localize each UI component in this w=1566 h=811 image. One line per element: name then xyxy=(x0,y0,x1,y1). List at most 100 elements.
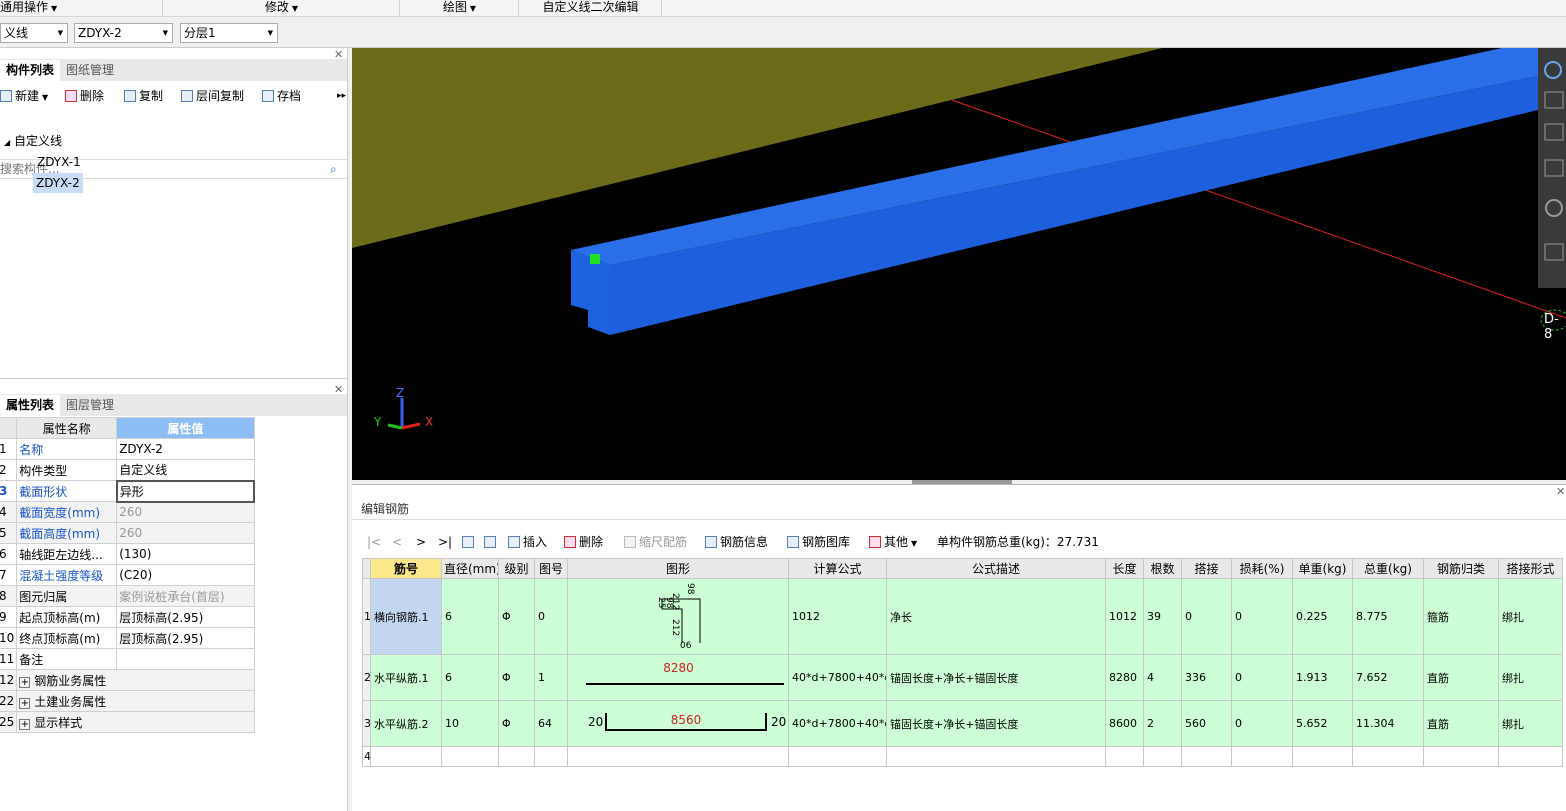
table-row[interactable]: 10 终点顶标高(m) 层顶标高(2.95) xyxy=(0,627,255,649)
menu-bar: 通用操作 ▼ 修改 ▼ 绘图 ▼ 自定义线二次编辑 xyxy=(0,0,1566,17)
table-row[interactable]: 25 + 显示样式 xyxy=(0,711,255,733)
delete-rebar-button[interactable]: 删除 xyxy=(564,531,603,553)
type-select[interactable]: 义线 ▼ xyxy=(0,23,68,43)
property-tabs: 属性列表 图层管理 xyxy=(0,394,347,416)
selector-bar: 义线 ▼ ZDYX-2 ▼ 分层1 ▼ xyxy=(0,18,1566,48)
col-header-value: 属性值 xyxy=(116,417,255,439)
section-shape-input[interactable]: 异形 xyxy=(115,479,256,503)
move-up-icon xyxy=(462,536,474,548)
component-select[interactable]: ZDYX-2 ▼ xyxy=(74,23,173,43)
component-tabs: 构件列表 图纸管理 xyxy=(0,59,347,81)
move-down-icon xyxy=(484,536,496,548)
chevron-down-icon: ▼ xyxy=(291,4,299,13)
table-row[interactable]: 4截面宽度(mm)260 xyxy=(0,501,255,523)
panel-title: 编辑钢筋 xyxy=(361,502,410,516)
table-row[interactable]: 5截面高度(mm)260 xyxy=(0,522,255,544)
table-row[interactable]: 7混凝土强度等级(C20) xyxy=(0,564,255,586)
table-row[interactable]: 9起点顶标高(m)层顶标高(2.95) xyxy=(0,606,255,628)
menu-draw[interactable]: 绘图 ▼ xyxy=(401,0,519,17)
rebar-shape-cell[interactable]: 20 8560 20 xyxy=(567,700,789,747)
rebar-info-button[interactable]: 钢筋信息 xyxy=(705,531,768,553)
insert-button[interactable]: 插入 xyxy=(508,531,547,553)
chevron-down-icon: ▼ xyxy=(911,539,918,548)
table-row[interactable]: 4 xyxy=(362,746,1563,767)
other-icon xyxy=(869,536,881,548)
delete-icon xyxy=(564,536,576,548)
prev-button[interactable]: < xyxy=(392,531,402,553)
rebar-shape-cell[interactable]: 98 212 25 98 212 06 xyxy=(567,578,789,655)
tree-root[interactable]: ◢ 自定义线 xyxy=(4,131,62,151)
menu-modify[interactable]: 修改 ▼ xyxy=(164,0,400,17)
last-button[interactable]: >| xyxy=(438,531,452,553)
copy-button[interactable]: 复制 xyxy=(124,85,163,107)
table-row[interactable]: 3截面形状异形 xyxy=(0,479,256,503)
menu-custom-line-edit[interactable]: 自定义线二次编辑 xyxy=(520,0,662,17)
layer-select[interactable]: 分层1 ▼ xyxy=(180,23,278,43)
axis-y-label: Y xyxy=(374,415,382,429)
table-row[interactable]: 8图元归属案例说桩承台(首层) xyxy=(0,585,255,607)
collapse-icon[interactable]: ◢ xyxy=(4,138,10,147)
table-row[interactable]: 2 水平纵筋.1 6 Φ 1 8280 40*d+7800+40*d 锚固长度+… xyxy=(362,654,1563,701)
grid-label: D-8 xyxy=(1544,312,1559,342)
copy-icon xyxy=(124,90,136,102)
menu-common-ops[interactable]: 通用操作 ▼ xyxy=(0,0,163,17)
chevron-down-icon: ▼ xyxy=(469,4,477,13)
scale-icon xyxy=(624,536,636,548)
search-icon[interactable]: ⌕ xyxy=(330,160,337,178)
delete-button[interactable]: 删除 xyxy=(65,85,104,107)
component-toolbar: 新建 ▼ 删除 复制 层间复制 存档 ▸▸ xyxy=(0,85,347,107)
delete-icon xyxy=(65,90,77,102)
table-header: 筋号 直径(mm) 级别 图号 图形 计算公式 公式描述 长度 根数 搭接 损耗… xyxy=(362,558,1563,579)
axis-x-label: X xyxy=(425,415,434,429)
other-button[interactable]: 其他 ▼ xyxy=(869,531,917,553)
archive-button[interactable]: 存档 xyxy=(262,85,301,107)
rebar-library-button[interactable]: 钢筋图库 xyxy=(787,531,850,553)
table-row[interactable]: 1 横向钢筋.1 6 Φ 0 98 212 25 98 212 06 1012 … xyxy=(362,578,1563,655)
expand-icon[interactable]: + xyxy=(19,697,31,709)
panel-divider xyxy=(0,378,347,379)
grip-point[interactable] xyxy=(590,254,600,264)
3d-viewport[interactable]: Z Y X D-8 xyxy=(352,48,1566,480)
floor-copy-button[interactable]: 层间复制 xyxy=(181,85,244,107)
close-icon[interactable]: ✕ xyxy=(1556,485,1565,498)
expand-icon[interactable]: + xyxy=(19,676,31,688)
dropdown-arrow-icon: ▼ xyxy=(162,29,168,37)
new-icon xyxy=(0,90,12,102)
archive-icon xyxy=(262,90,274,102)
table-row[interactable]: 6轴线距左边线...(130) xyxy=(0,543,255,565)
new-button[interactable]: 新建 ▼ xyxy=(0,85,48,107)
table-row[interactable]: 1名称ZDYX-2 xyxy=(0,438,255,460)
view-toolbar xyxy=(1538,48,1566,288)
straight-bar-line xyxy=(586,683,784,685)
3d-scene xyxy=(352,48,1566,430)
tree-item-zdyx-1[interactable]: ZDYX-1 xyxy=(37,152,81,172)
tab-property-list[interactable]: 属性列表 xyxy=(0,395,61,416)
chevron-down-icon: ▼ xyxy=(51,4,58,13)
next-button[interactable]: > xyxy=(416,531,426,553)
tab-component-list[interactable]: 构件列表 xyxy=(0,60,61,81)
expand-icon[interactable]: + xyxy=(19,718,31,730)
tree-item-zdyx-2[interactable]: ZDYX-2 xyxy=(33,173,83,193)
col-header-name: 属性名称 xyxy=(16,417,118,439)
axis-z-label: Z xyxy=(396,386,405,400)
move-down-button[interactable] xyxy=(484,531,499,553)
move-up-button[interactable] xyxy=(462,531,477,553)
rebar-shape-cell[interactable]: 8280 xyxy=(567,654,789,701)
more-icon[interactable]: ▸▸ xyxy=(337,85,346,107)
tab-drawing-management[interactable]: 图纸管理 xyxy=(60,60,120,81)
x-axis xyxy=(401,422,421,430)
table-row[interactable]: 2构件类型自定义线 xyxy=(0,459,255,481)
stirrup-shape xyxy=(661,598,701,643)
library-icon xyxy=(787,536,799,548)
y-axis xyxy=(387,423,403,430)
table-row[interactable]: 22 + 土建业务属性 xyxy=(0,690,255,712)
tab-layer-management[interactable]: 图层管理 xyxy=(60,395,120,416)
floor-copy-icon xyxy=(181,90,193,102)
table-row[interactable]: 11 备注 xyxy=(0,648,255,670)
table-row[interactable]: 12 + 钢筋业务属性 xyxy=(0,669,255,691)
table-row[interactable]: 3 水平纵筋.2 10 Φ 64 20 8560 20 40*d+7800+40… xyxy=(362,700,1563,747)
scale-rebar-button[interactable]: 缩尺配筋 xyxy=(624,531,687,553)
dropdown-arrow-icon: ▼ xyxy=(57,29,63,37)
insert-icon xyxy=(508,536,520,548)
first-button[interactable]: |< xyxy=(367,531,381,553)
